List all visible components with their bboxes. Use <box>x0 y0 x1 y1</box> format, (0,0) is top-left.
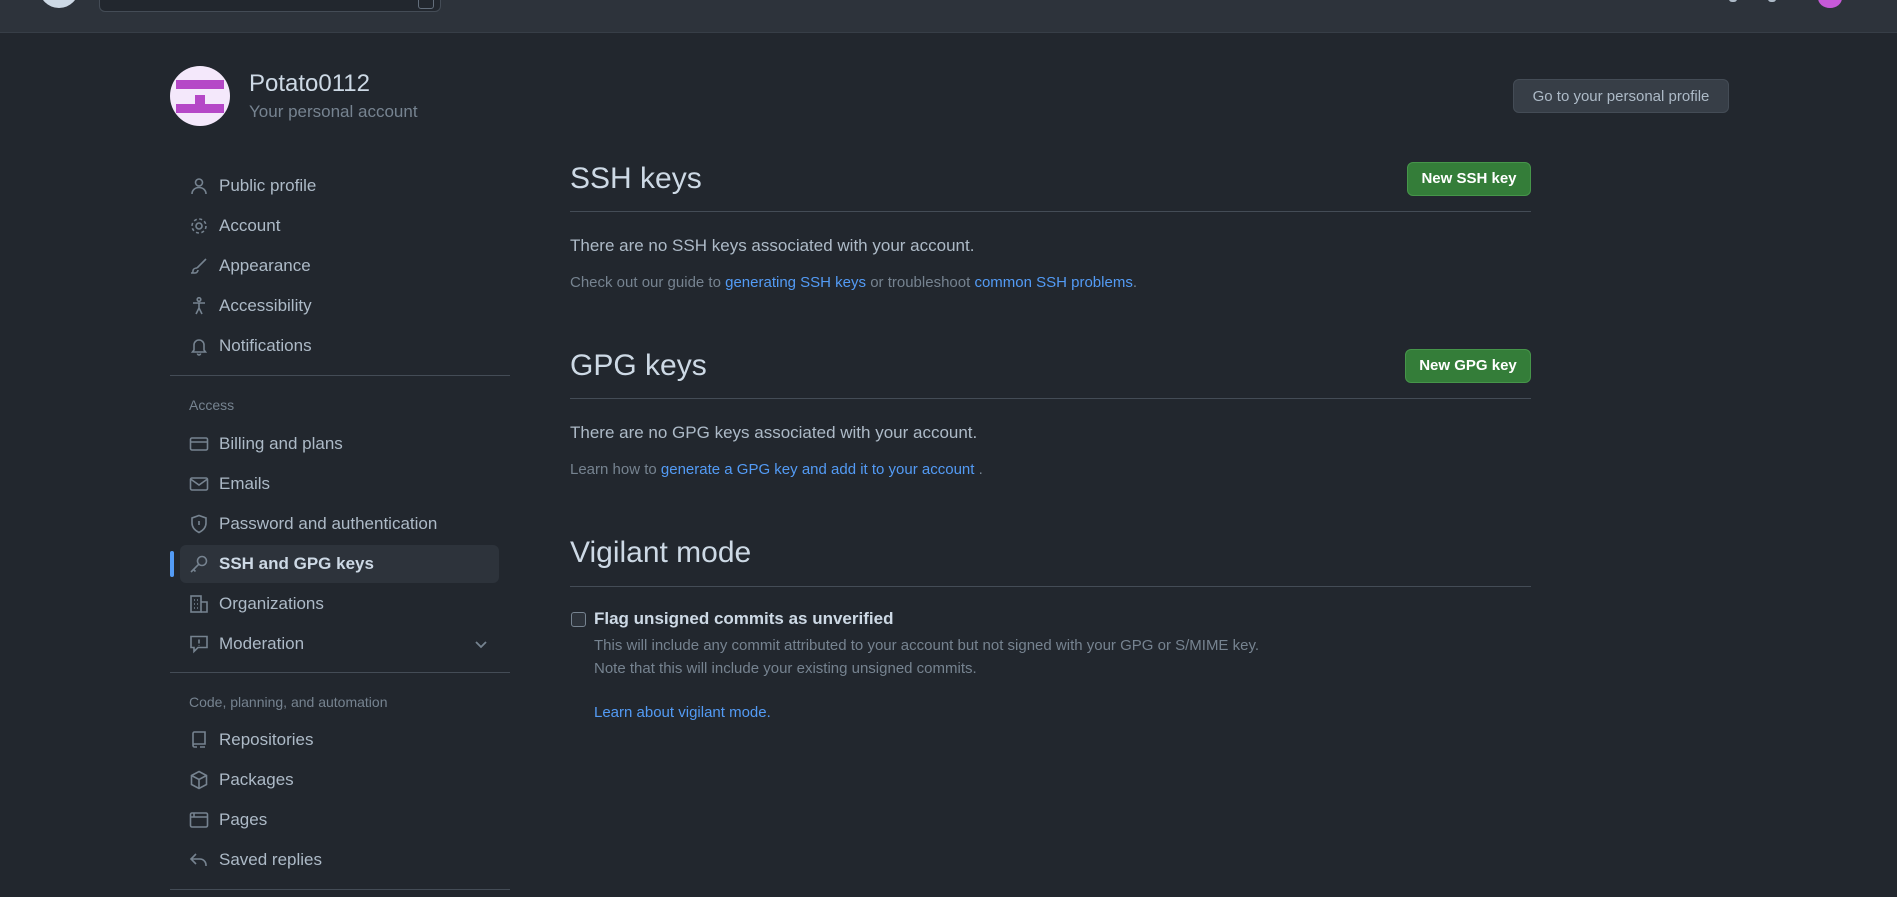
sidebar-item-label: Repositories <box>219 730 314 749</box>
search-input[interactable] <box>99 0 441 12</box>
user-avatar-menu[interactable] <box>1818 0 1842 8</box>
report-icon <box>189 634 209 654</box>
sidebar-section-access: Access <box>189 397 235 413</box>
common-ssh-problems-link[interactable]: common SSH problems <box>974 274 1132 291</box>
create-menu-icon[interactable] <box>1768 0 1776 2</box>
sidebar-item-label: Packages <box>219 770 294 789</box>
accessibility-icon <box>189 296 209 316</box>
flag-unsigned-commits-label[interactable]: Flag unsigned commits as unverified <box>594 609 893 629</box>
repo-icon <box>189 730 209 750</box>
sidebar-item-label: Moderation <box>219 634 305 653</box>
sidebar-item-label: SSH and GPG keys <box>219 554 374 573</box>
vigilant-mode-heading: Vigilant mode <box>570 536 752 569</box>
slash-shortcut-icon <box>418 0 434 9</box>
sidebar-item-label: Accessibility <box>219 296 312 315</box>
bell-icon <box>189 336 209 356</box>
gpg-keys-heading: GPG keys <box>570 349 707 382</box>
new-gpg-key-button[interactable]: New GPG key <box>1405 349 1531 383</box>
browser-icon <box>189 810 209 830</box>
package-icon <box>189 770 209 790</box>
vigilant-help-line-1: This will include any commit attributed … <box>594 637 1260 654</box>
key-icon <box>189 554 209 574</box>
sidebar-item-pages[interactable]: Pages <box>180 801 499 839</box>
gpg-help-suffix: . <box>974 461 983 478</box>
section-divider <box>570 211 1531 212</box>
sidebar-item-accessibility[interactable]: Accessibility <box>180 287 499 325</box>
sidebar-item-label: Public profile <box>219 176 317 195</box>
sidebar-item-ssh-gpg-keys[interactable]: SSH and GPG keys <box>170 545 499 583</box>
sidebar-item-appearance[interactable]: Appearance <box>180 247 499 285</box>
shield-icon <box>189 514 209 534</box>
sidebar-item-label: Notifications <box>219 336 312 355</box>
ssh-help-text: Check out our guide to generating SSH ke… <box>570 274 1137 291</box>
settings-header: Potato0112 Your personal account Go to y… <box>170 66 1730 128</box>
sidebar-item-organizations[interactable]: Organizations <box>180 585 499 623</box>
credit-card-icon <box>189 434 209 454</box>
learn-vigilant-mode-link[interactable]: Learn about vigilant mode. <box>594 704 771 721</box>
new-ssh-key-button[interactable]: New SSH key <box>1407 162 1531 196</box>
sidebar-item-billing[interactable]: Billing and plans <box>180 425 499 463</box>
ssh-empty-message: There are no SSH keys associated with yo… <box>570 236 975 255</box>
sidebar-item-saved-replies[interactable]: Saved replies <box>180 841 499 879</box>
active-indicator <box>170 551 174 577</box>
gpg-help-prefix: Learn how to <box>570 461 661 478</box>
sidebar-item-label: Pages <box>219 810 268 829</box>
user-name[interactable]: Potato0112 <box>249 70 370 98</box>
paintbrush-icon <box>189 256 209 276</box>
sidebar-item-public-profile[interactable]: Public profile <box>180 167 499 205</box>
github-logo-icon[interactable] <box>38 0 80 12</box>
ssh-help-prefix: Check out our guide to <box>570 274 726 291</box>
flag-unsigned-commits-checkbox[interactable] <box>571 612 586 627</box>
ssh-help-suffix: . <box>1132 274 1137 291</box>
gpg-help-text: Learn how to generate a GPG key and add … <box>570 461 983 478</box>
generate-gpg-key-link[interactable]: generate a GPG key and add it to your ac… <box>661 461 975 478</box>
section-divider <box>570 398 1531 399</box>
sidebar-divider <box>170 375 510 376</box>
sidebar-item-password-authentication[interactable]: Password and authentication <box>180 505 499 543</box>
sidebar-item-label: Saved replies <box>219 850 323 869</box>
sidebar-item-label: Organizations <box>219 594 324 613</box>
section-divider <box>570 586 1531 587</box>
notifications-icon[interactable] <box>1729 0 1737 2</box>
sidebar-item-label: Account <box>219 216 281 235</box>
person-icon <box>189 176 209 196</box>
gpg-empty-message: There are no GPG keys associated with yo… <box>570 423 978 442</box>
ssh-keys-heading: SSH keys <box>570 162 702 195</box>
chevron-down-icon[interactable] <box>473 636 489 652</box>
reply-icon <box>189 850 209 870</box>
sidebar-item-emails[interactable]: Emails <box>180 465 499 503</box>
sidebar-item-label: Billing and plans <box>219 434 343 453</box>
ssh-help-middle: or troubleshoot <box>866 274 975 291</box>
sidebar-item-label: Emails <box>219 474 271 493</box>
sidebar-item-account[interactable]: Account <box>180 207 499 245</box>
sidebar-item-label: Password and authentication <box>219 514 438 533</box>
gear-icon <box>189 216 209 236</box>
organization-icon <box>189 594 209 614</box>
sidebar-item-moderation[interactable]: Moderation <box>180 625 499 663</box>
sidebar-section-code: Code, planning, and automation <box>189 694 388 710</box>
sidebar-item-packages[interactable]: Packages <box>180 761 499 799</box>
sidebar-divider <box>170 889 510 890</box>
account-type-label: Your personal account <box>249 102 418 121</box>
sidebar-item-notifications[interactable]: Notifications <box>180 327 499 365</box>
go-to-profile-button[interactable]: Go to your personal profile <box>1513 79 1729 113</box>
sidebar-divider <box>170 672 510 673</box>
mail-icon <box>189 474 209 494</box>
top-navigation-bar <box>0 0 1897 33</box>
vigilant-help-line-2: Note that this will include your existin… <box>594 660 977 677</box>
sidebar-item-label: Appearance <box>219 256 311 275</box>
avatar <box>170 66 230 126</box>
generating-ssh-keys-link[interactable]: generating SSH keys <box>725 274 866 291</box>
sidebar-item-repositories[interactable]: Repositories <box>180 721 499 759</box>
